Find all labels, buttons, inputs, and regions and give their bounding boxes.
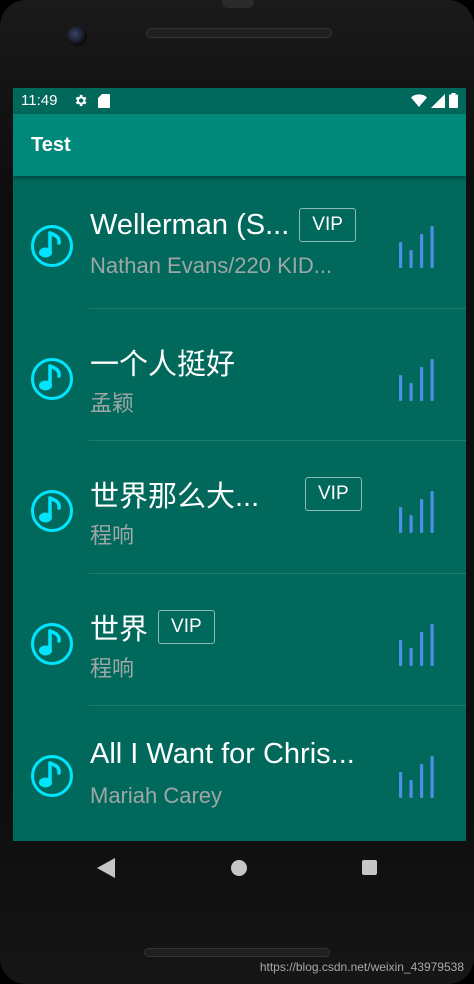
song-artist: Nathan Evans/220 KID... bbox=[90, 253, 333, 278]
equalizer-icon bbox=[399, 623, 434, 666]
song-artist: Mariah Carey bbox=[90, 783, 223, 809]
song-title: Wellerman (S... bbox=[90, 208, 290, 241]
status-icons: x bbox=[411, 93, 458, 108]
screen: 11:49 x Test Wellerman (S... VIP Nathan … bbox=[13, 88, 466, 841]
equalizer-icon bbox=[399, 491, 434, 534]
song-list: Wellerman (S... VIP Nathan Evans/220 KID… bbox=[13, 176, 466, 839]
music-note-icon bbox=[31, 755, 73, 798]
wifi-icon: x bbox=[411, 93, 427, 108]
front-camera bbox=[67, 26, 87, 46]
vip-badge: VIP bbox=[305, 477, 362, 512]
song-title: 一个人挺好 bbox=[90, 348, 236, 381]
music-note-icon bbox=[31, 357, 73, 400]
song-list-item[interactable]: 世界 VIP 程响 bbox=[13, 574, 466, 707]
music-note-icon bbox=[31, 622, 73, 665]
equalizer-icon bbox=[399, 358, 434, 401]
status-bar: 11:49 x bbox=[13, 88, 466, 114]
phone-frame: 11:49 x Test Wellerman (S... VIP Nathan … bbox=[0, 0, 474, 984]
home-icon[interactable] bbox=[231, 860, 247, 876]
song-list-item[interactable]: All I Want for Chris... Mariah Carey bbox=[13, 706, 466, 839]
app-bar: Test bbox=[13, 114, 466, 176]
vip-badge: VIP bbox=[158, 609, 215, 644]
song-title: 世界 bbox=[90, 613, 149, 646]
bottom-speaker bbox=[144, 948, 330, 957]
battery-icon bbox=[449, 93, 458, 108]
equalizer-icon bbox=[399, 226, 434, 268]
earpiece-speaker bbox=[146, 28, 332, 38]
app-title: Test bbox=[31, 134, 71, 156]
song-list-item[interactable]: 世界那么大... VIP 程响 bbox=[13, 441, 466, 574]
song-artist: 程响 bbox=[90, 655, 135, 681]
sd-card-icon bbox=[98, 94, 110, 108]
song-list-item[interactable]: Wellerman (S... VIP Nathan Evans/220 KID… bbox=[13, 176, 466, 309]
song-artist: 孟颖 bbox=[90, 390, 135, 416]
back-icon[interactable] bbox=[97, 858, 115, 878]
phone-notch bbox=[222, 0, 254, 8]
recents-icon[interactable] bbox=[362, 860, 377, 875]
music-note-icon bbox=[31, 225, 73, 267]
song-title: 世界那么大... bbox=[90, 481, 260, 514]
equalizer-icon bbox=[399, 756, 434, 799]
svg-text:x: x bbox=[420, 102, 424, 108]
gear-icon bbox=[75, 94, 87, 107]
song-title: All I Want for Chris... bbox=[90, 738, 355, 771]
watermark: https://blog.csdn.net/weixin_43979538 bbox=[259, 960, 464, 974]
song-list-item[interactable]: 一个人挺好 孟颖 bbox=[13, 309, 466, 442]
status-time: 11:49 bbox=[21, 92, 58, 109]
song-artist: 程响 bbox=[90, 523, 135, 549]
signal-icon bbox=[431, 93, 445, 108]
music-note-icon bbox=[31, 490, 73, 533]
vip-badge: VIP bbox=[299, 208, 356, 242]
